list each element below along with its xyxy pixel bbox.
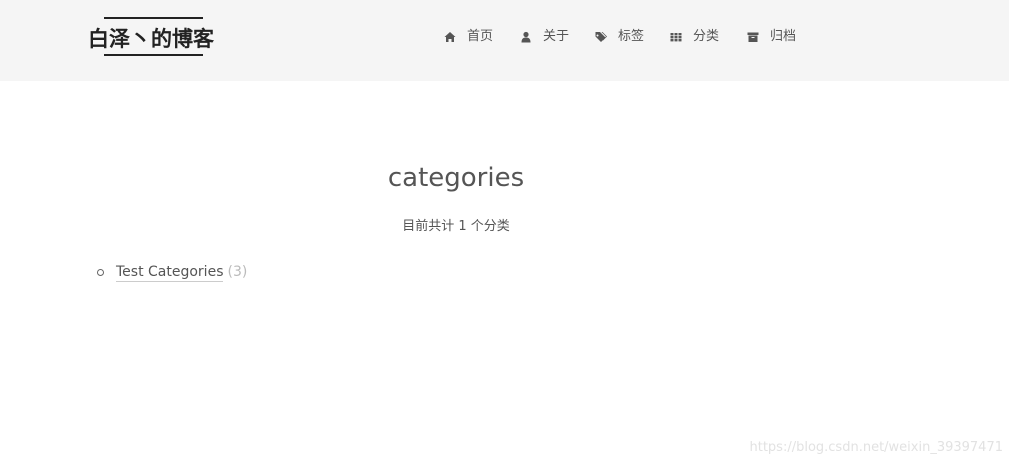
tags-icon xyxy=(595,32,607,42)
nav-label-archives: 归档 xyxy=(770,29,797,44)
brand-line-top xyxy=(104,17,203,19)
nav-item-home[interactable]: 首页 xyxy=(444,27,493,47)
grid-icon xyxy=(670,33,682,42)
archive-icon xyxy=(747,32,759,42)
watermark: https://blog.csdn.net/weixin_39397471 xyxy=(749,440,1003,455)
bullet-icon xyxy=(97,268,104,276)
brand-line-bottom xyxy=(104,54,203,56)
category-count: (3) xyxy=(227,264,248,280)
list-item: Test Categories (3) xyxy=(97,262,247,282)
summary-suffix: 个分类 xyxy=(466,219,510,234)
nav-label-categories: 分类 xyxy=(693,29,720,44)
user-icon xyxy=(521,31,531,43)
nav-label-home: 首页 xyxy=(467,29,494,44)
page-title: categories xyxy=(387,163,525,193)
home-icon xyxy=(444,32,456,42)
nav-item-about[interactable]: 关于 xyxy=(520,27,569,47)
category-link[interactable]: Test Categories xyxy=(116,263,224,282)
nav-item-tags[interactable]: 标签 xyxy=(595,27,644,47)
nav-item-archives[interactable]: 归档 xyxy=(747,27,796,47)
category-summary: 目前共计 1 个分类 xyxy=(0,215,912,234)
summary-prefix: 目前共计 xyxy=(402,219,459,234)
site-title[interactable]: 白泽丶的博客 xyxy=(88,23,214,53)
summary-count: 1 xyxy=(458,219,467,234)
category-list: Test Categories (3) xyxy=(97,262,247,282)
nav-item-categories[interactable]: 分类 xyxy=(670,27,719,47)
site-header: 白泽丶的博客 首页 关于 标签 分类 归档 xyxy=(0,0,1009,81)
nav-label-about: 关于 xyxy=(543,29,570,44)
nav-label-tags: 标签 xyxy=(618,29,645,44)
